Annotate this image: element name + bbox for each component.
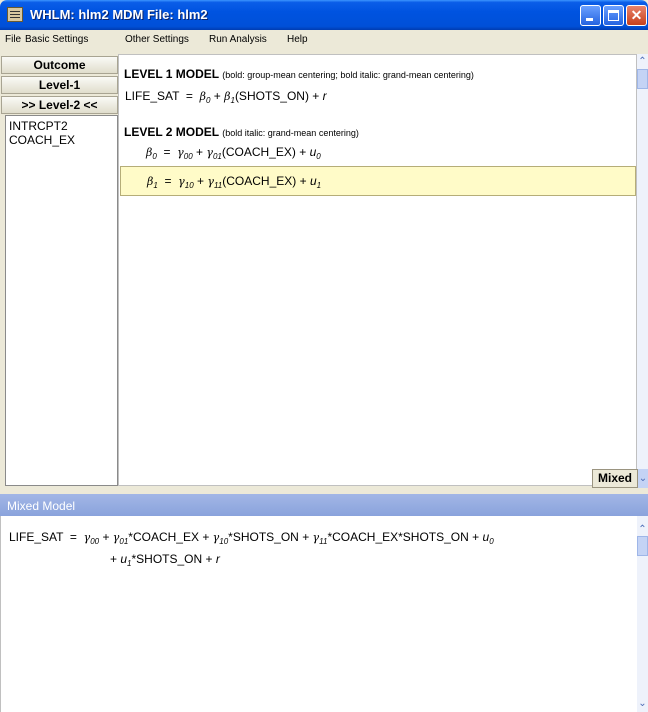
level2-gamma10: γ [178,175,185,188]
level2-note: (bold italic: grand-mean centering) [222,128,359,138]
level2-equation-beta0[interactable]: β0 = γ00 + γ01(COACH_EX) + u0 [146,145,321,161]
menu-file[interactable]: File [5,34,21,45]
level2-eq0-predictor[interactable]: (COACH_EX) [222,145,296,159]
variable-item-intrcpt2[interactable]: INTRCPT2 [9,119,68,133]
mixed-model-area: LIFE_SAT = γ00 + γ01*COACH_EX + γ10*SHOT… [0,516,648,712]
level2-eq1-eqsign: = [164,174,172,188]
application-window: WHLM: hlm2 MDM File: hlm2 ✕ File Basic S… [0,0,648,712]
level1-beta0-sub: 0 [205,96,211,105]
level2-eq0-plus2: + [299,145,307,159]
mixed-scroll-thumb[interactable] [637,536,648,556]
level1-equation[interactable]: LIFE_SAT = β0 + β1(SHOTS_ON) + r [125,89,327,105]
mixed-scroll-up-arrow-icon[interactable]: ⌃ [637,524,648,536]
level2-gamma00: γ [177,146,184,159]
mixed-residual: r [215,552,220,566]
menu-run-analysis[interactable]: Run Analysis [209,34,267,45]
level1-plus1: + [213,89,221,103]
app-icon[interactable] [7,7,23,22]
title-bar[interactable]: WHLM: hlm2 MDM File: hlm2 ✕ [0,0,648,30]
mixed-gamma01-sub: 01 [119,537,129,546]
model-scrollbar[interactable]: ⌃ [637,54,648,469]
mixed-gamma00-sub: 00 [90,537,100,546]
mixed-scroll-down-arrow-icon[interactable]: ⌄ [637,698,648,710]
menu-bar: File Basic Settings Other Settings Run A… [0,30,648,50]
level1-heading: LEVEL 1 MODEL (bold: group-mean centerin… [124,67,474,81]
close-icon: ✕ [630,7,643,23]
mixed-term1: *COACH_EX [128,530,199,544]
menu-basic-settings[interactable]: Basic Settings [25,34,88,45]
mixed-l2-term1: *SHOTS_ON [131,552,203,566]
level1-plus2: + [312,89,320,103]
mixed-model-header: Mixed Model [0,494,648,516]
mixed-scrollbar[interactable]: ⌃ ⌄ [637,516,648,712]
level1-predictor[interactable]: (SHOTS_ON) [235,89,309,103]
level2-gamma00-sub: 00 [183,152,193,161]
level1-note: (bold: group-mean centering; bold italic… [222,70,474,80]
level2-gamma01-sub: 01 [212,152,222,161]
level2-heading: LEVEL 2 MODEL (bold italic: grand-mean c… [124,125,359,139]
variable-item-coach-ex[interactable]: COACH_EX [9,133,75,147]
level2-eq1-predictor[interactable]: (COACH_EX) [222,174,296,188]
level1-eqsign: = [185,89,193,103]
level2-u1[interactable]: u [310,174,317,188]
mixed-term3: *COACH_EX*SHOTS_ON [327,530,469,544]
level2-eq1-plus2: + [299,174,307,188]
mixed-gamma10-sub: 10 [219,537,229,546]
level2-eq0-eqsign: = [163,145,171,159]
level1-button[interactable]: Level-1 [1,76,118,94]
mixed-plus4: + [472,530,480,544]
level2-heading-text: LEVEL 2 MODEL [124,125,219,139]
level2-eq1-lhs-sub: 1 [153,181,158,190]
menu-other-settings[interactable]: Other Settings [125,34,189,45]
mixed-toggle-button[interactable]: Mixed [592,469,638,488]
model-scroll-thumb[interactable] [637,69,648,89]
scroll-up-arrow-icon[interactable]: ⌃ [637,56,648,68]
mixed-eqsign: = [69,530,77,544]
outcome-button[interactable]: Outcome [1,56,118,74]
window-title: WHLM: hlm2 MDM File: hlm2 [30,7,208,22]
level2-gamma10-sub: 10 [184,181,194,190]
mixed-plus1: + [102,530,110,544]
mixed-plus2: + [202,530,210,544]
mixed-l2-plus1: + [110,552,118,566]
level1-heading-text: LEVEL 1 MODEL [124,67,219,81]
level2-eq0-plus1: + [196,145,204,159]
mixed-term2: *SHOTS_ON [228,530,299,544]
level2-u1-sub: 1 [316,181,322,190]
level2-gamma11-sub: 11 [213,181,223,190]
mixed-model-title: Mixed Model [7,499,76,513]
close-button[interactable]: ✕ [626,5,647,26]
maximize-icon [608,10,619,21]
mixed-equation-line1: LIFE_SAT = γ00 + γ01*COACH_EX + γ10*SHOT… [9,530,494,546]
model-panel: LEVEL 1 MODEL (bold: group-mean centerin… [118,54,637,486]
mixed-u0-sub: 0 [489,537,494,546]
level1-outcome: LIFE_SAT [125,89,180,103]
level1-residual: r [322,89,327,103]
level2-eq1-plus1: + [197,174,205,188]
level2-gamma11: γ [207,175,214,188]
level2-button[interactable]: >> Level-2 << [1,96,118,114]
level2-eq0-lhs-sub: 0 [152,152,157,161]
mixed-plus3: + [302,530,310,544]
level2-equation-beta1-row[interactable]: β1 = γ10 + γ11(COACH_EX) + u1 [120,166,636,196]
mixed-l2-plus2: + [205,552,213,566]
level2-equation-beta1[interactable]: β1 = γ10 + γ11(COACH_EX) + u1 [147,174,321,190]
mixed-equation-line2: + u1*SHOTS_ON + r [110,552,220,568]
scroll-down-arrow-icon[interactable]: ⌄ [638,469,648,488]
level2-u0-sub: 0 [316,152,321,161]
mixed-lhs: LIFE_SAT [9,530,64,544]
minimize-icon [586,18,593,21]
menu-help[interactable]: Help [287,34,308,45]
minimize-button[interactable] [580,5,601,26]
level2-gamma01: γ [206,146,213,159]
variable-list: INTRCPT2 COACH_EX [5,115,118,486]
maximize-button[interactable] [603,5,624,26]
